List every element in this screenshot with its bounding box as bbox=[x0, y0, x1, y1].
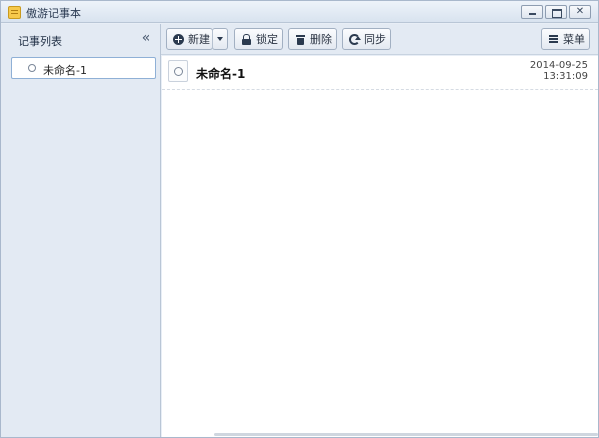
new-note-dropdown-button[interactable] bbox=[212, 28, 228, 50]
collapse-sidebar-icon[interactable]: « bbox=[138, 29, 154, 47]
new-note-button[interactable]: 新建 bbox=[166, 28, 213, 50]
note-editor: 未命名-1 2014-09-25 13:31:09 bbox=[162, 56, 598, 437]
sync-button[interactable]: 同步 bbox=[342, 28, 391, 50]
trash-icon bbox=[295, 34, 306, 45]
plus-circle-icon bbox=[173, 33, 184, 45]
note-complete-checkbox[interactable] bbox=[168, 60, 188, 82]
note-title[interactable]: 未命名-1 bbox=[196, 65, 245, 82]
note-time: 13:31:09 bbox=[543, 71, 588, 82]
chevron-down-icon bbox=[217, 37, 223, 41]
delete-label: 删除 bbox=[310, 33, 332, 46]
window-title: 傲游记事本 bbox=[26, 7, 81, 20]
menu-icon bbox=[548, 34, 559, 45]
menu-button[interactable]: 菜单 bbox=[541, 28, 590, 50]
note-list-item[interactable]: 未命名-1 bbox=[11, 57, 156, 79]
new-note-label: 新建 bbox=[188, 33, 210, 46]
title-bar[interactable]: 傲游记事本 ✕ bbox=[1, 1, 598, 23]
sidebar-header: 记事列表 « bbox=[1, 24, 160, 54]
circle-icon bbox=[174, 67, 183, 76]
lock-button[interactable]: 锁定 bbox=[234, 28, 283, 50]
sync-icon bbox=[349, 33, 361, 45]
notepad-icon bbox=[8, 6, 21, 19]
minimize-button[interactable] bbox=[521, 5, 543, 19]
note-list-sidebar: 记事列表 « 未命名-1 bbox=[1, 24, 161, 437]
note-body-textarea[interactable] bbox=[162, 91, 598, 431]
lock-label: 锁定 bbox=[256, 33, 278, 46]
app-window: 傲游记事本 ✕ 记事列表 « 未命名-1 新建 锁定 删除 同步 菜单 未命名-… bbox=[0, 0, 599, 438]
lock-icon bbox=[241, 33, 252, 45]
note-header: 未命名-1 2014-09-25 13:31:09 bbox=[162, 56, 598, 90]
note-date: 2014-09-25 bbox=[529, 60, 588, 71]
close-button[interactable]: ✕ bbox=[569, 5, 591, 19]
close-icon: ✕ bbox=[575, 6, 585, 17]
delete-button[interactable]: 删除 bbox=[288, 28, 337, 50]
restore-icon bbox=[546, 6, 566, 18]
sidebar-title: 记事列表 bbox=[18, 35, 62, 48]
maximize-button[interactable] bbox=[545, 5, 567, 19]
minimize-icon bbox=[522, 6, 542, 18]
horizontal-scrollbar[interactable] bbox=[214, 433, 598, 436]
sync-label: 同步 bbox=[364, 33, 386, 46]
note-timestamp: 2014-09-25 13:31:09 bbox=[530, 60, 588, 82]
note-list-item-label: 未命名-1 bbox=[43, 64, 87, 77]
toolbar: 新建 锁定 删除 同步 菜单 bbox=[161, 24, 598, 55]
menu-label: 菜单 bbox=[563, 33, 585, 46]
note-radio-icon[interactable] bbox=[28, 64, 36, 72]
